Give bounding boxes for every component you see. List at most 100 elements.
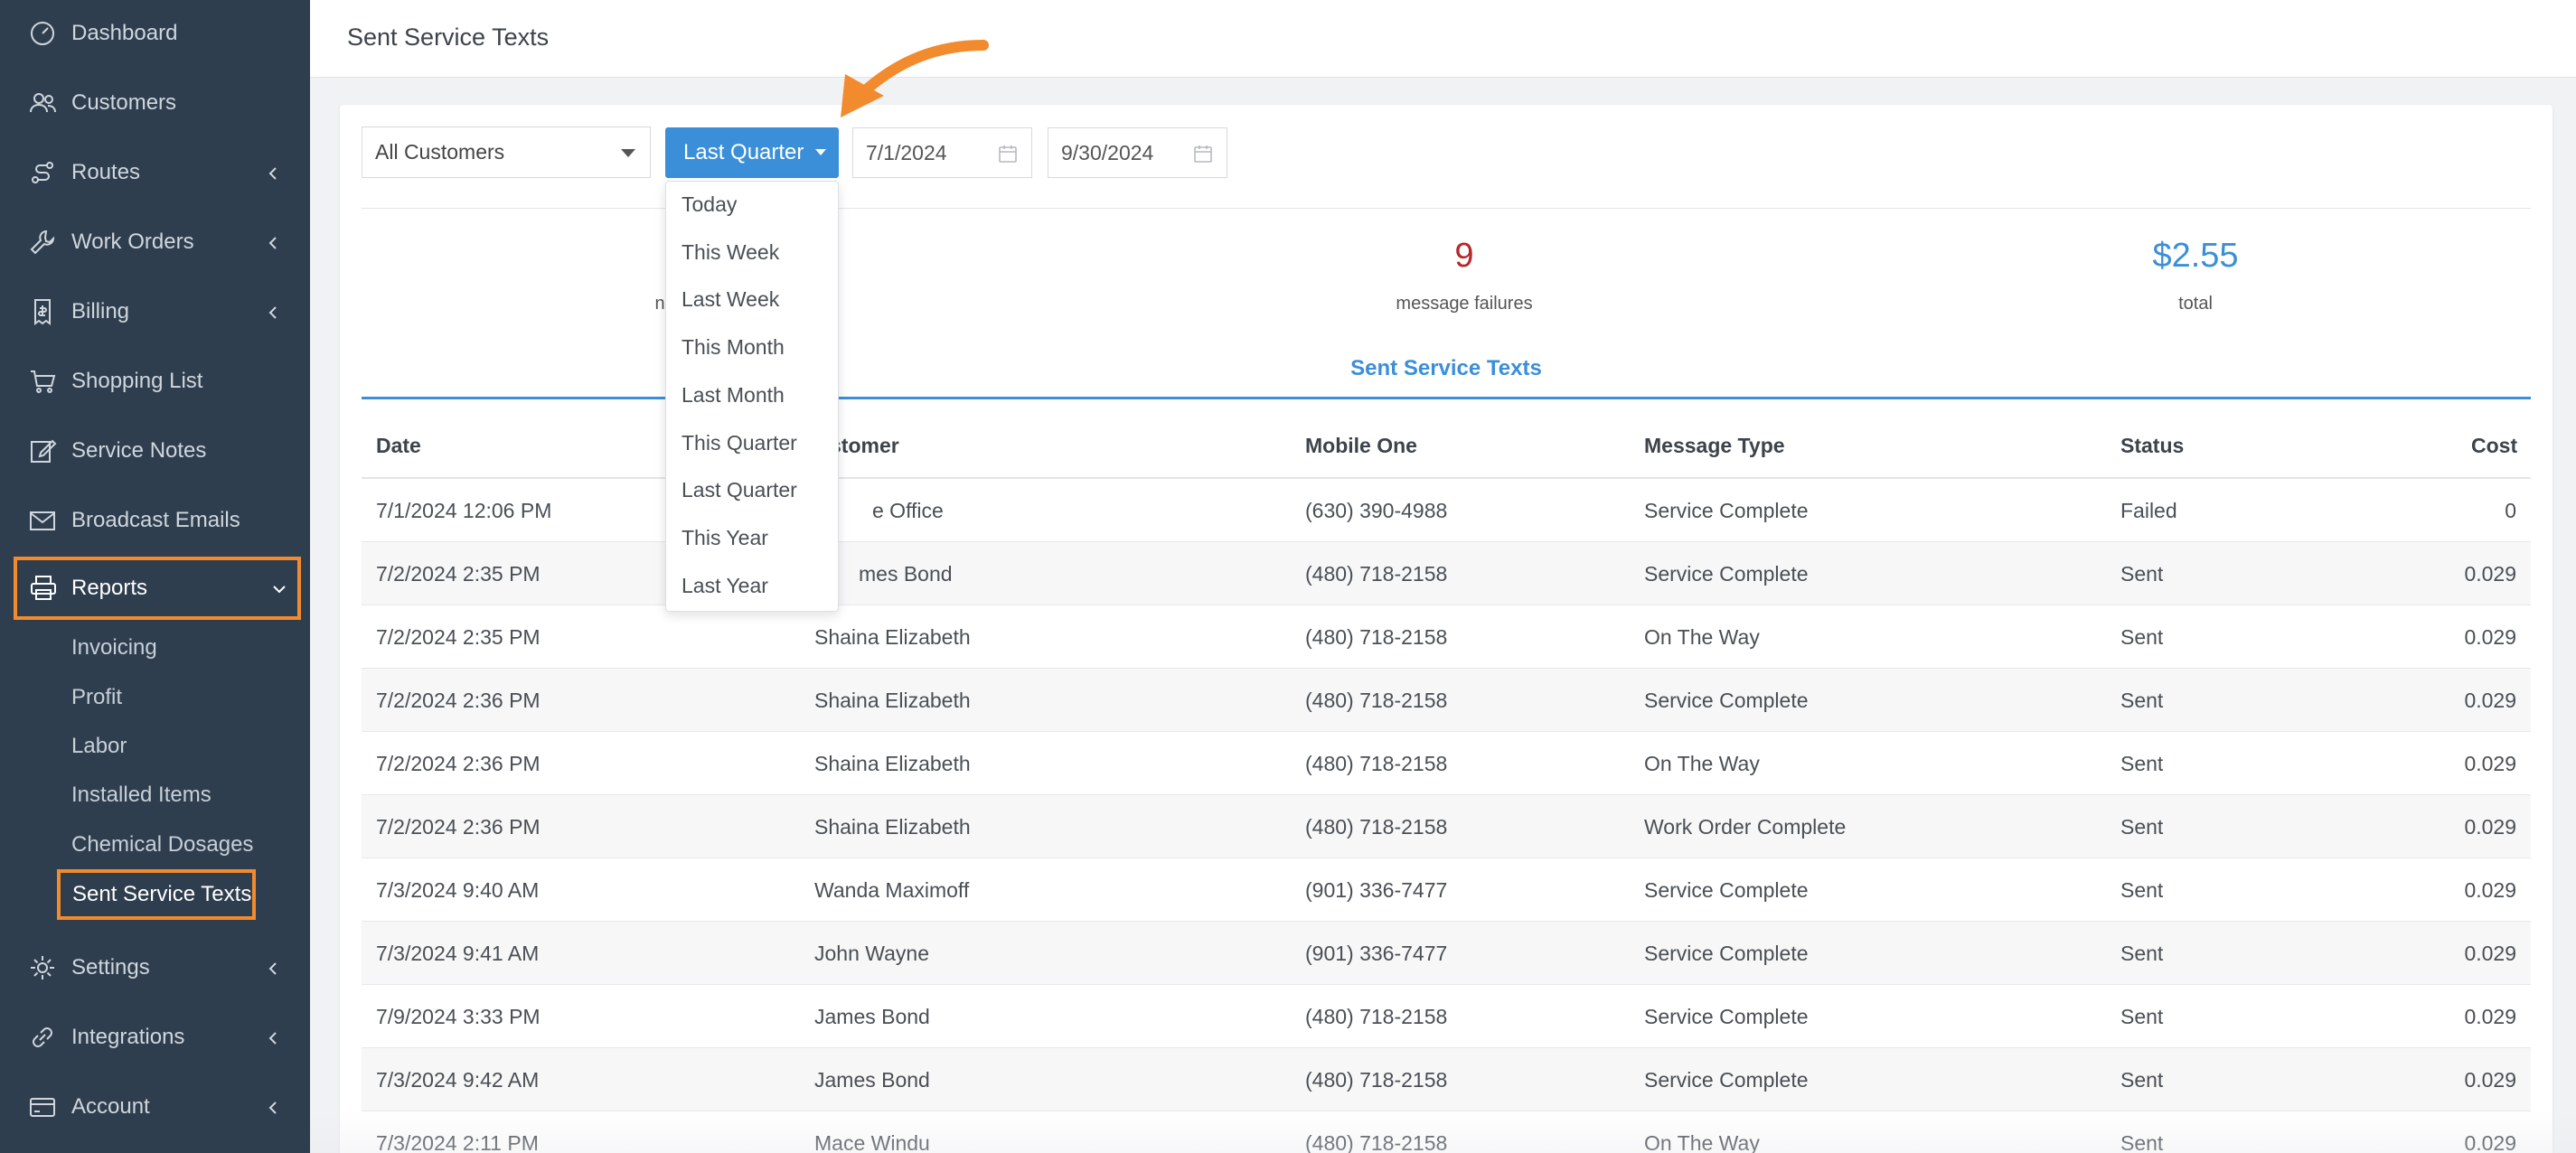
sidebar-item-routes[interactable]: Routes bbox=[0, 141, 310, 204]
sidebar-subitem-profit[interactable]: Profit bbox=[71, 685, 122, 710]
card-icon bbox=[27, 1092, 58, 1122]
dropdown-option-this-quarter[interactable]: This Quarter bbox=[682, 431, 797, 455]
customer-select[interactable]: All Customers bbox=[362, 127, 651, 178]
table-row: 7/3/2024 9:41 AM John Wayne (901) 336-74… bbox=[362, 922, 2531, 985]
cell-cost: 0 bbox=[2505, 499, 2516, 522]
cell-cost: 0.029 bbox=[2464, 562, 2516, 586]
route-icon bbox=[27, 157, 58, 188]
sidebar-item-label: Service Notes bbox=[71, 438, 207, 463]
column-header-date[interactable]: Date bbox=[376, 434, 421, 458]
cell-cost: 0.029 bbox=[2464, 878, 2516, 902]
dropdown-option-last-week[interactable]: Last Week bbox=[682, 287, 779, 312]
cell-cost: 0.029 bbox=[2464, 942, 2516, 965]
sidebar-item-label: Broadcast Emails bbox=[71, 508, 240, 532]
gear-icon bbox=[27, 952, 58, 983]
cell-date: 7/1/2024 12:06 PM bbox=[376, 499, 552, 522]
chevron-left-icon bbox=[264, 303, 282, 321]
cell-type: Work Order Complete bbox=[1644, 815, 1847, 839]
envelope-icon bbox=[27, 505, 58, 536]
failures-count: 9 bbox=[1454, 237, 1474, 275]
cell-cost: 0.029 bbox=[2464, 752, 2516, 775]
end-date-value: 9/30/2024 bbox=[1061, 140, 1154, 164]
cell-date: 7/2/2024 2:36 PM bbox=[376, 689, 541, 712]
cell-customer: e Office bbox=[872, 499, 944, 522]
sidebar: Dashboard Customers Routes Work Orders B… bbox=[0, 0, 310, 1153]
cell-date: 7/3/2024 9:42 AM bbox=[376, 1068, 540, 1092]
cell-status: Sent bbox=[2120, 878, 2164, 902]
table-row: 7/2/2024 2:35 PM Shaina Elizabeth (480) … bbox=[362, 605, 2531, 669]
sidebar-subitem-invoicing[interactable]: Invoicing bbox=[71, 635, 157, 661]
cell-mobile: (480) 718-2158 bbox=[1305, 1005, 1448, 1028]
cell-status: Sent bbox=[2120, 625, 2164, 649]
calendar-icon bbox=[1194, 145, 1212, 163]
cell-date: 7/2/2024 2:36 PM bbox=[376, 752, 541, 775]
caret-down-icon bbox=[815, 149, 826, 155]
column-header-status[interactable]: Status bbox=[2120, 434, 2184, 458]
sidebar-subitem-labor[interactable]: Labor bbox=[71, 734, 127, 759]
dropdown-option-last-quarter[interactable]: Last Quarter bbox=[682, 478, 797, 502]
sidebar-item-service-notes[interactable]: Service Notes bbox=[0, 419, 310, 483]
cell-status: Failed bbox=[2120, 499, 2177, 522]
dropdown-option-this-year[interactable]: This Year bbox=[682, 526, 768, 550]
dropdown-option-last-year[interactable]: Last Year bbox=[682, 574, 768, 598]
sidebar-item-settings[interactable]: Settings bbox=[0, 936, 310, 999]
cell-type: On The Way bbox=[1644, 1131, 1760, 1153]
chevron-left-icon bbox=[264, 959, 282, 977]
sidebar-item-shopping-list[interactable]: Shopping List bbox=[0, 350, 310, 413]
end-date-input[interactable]: 9/30/2024 bbox=[1048, 127, 1227, 178]
column-header-message-type[interactable]: Message Type bbox=[1644, 434, 1785, 458]
sidebar-item-broadcast-emails[interactable]: Broadcast Emails bbox=[0, 489, 310, 552]
sidebar-item-label: Reports bbox=[71, 576, 148, 600]
cell-mobile: (480) 718-2158 bbox=[1305, 689, 1448, 712]
cell-mobile: (901) 336-7477 bbox=[1305, 878, 1448, 902]
column-header-mobile[interactable]: Mobile One bbox=[1305, 434, 1417, 458]
cell-mobile: (901) 336-7477 bbox=[1305, 942, 1448, 965]
cell-customer: Shaina Elizabeth bbox=[814, 625, 971, 649]
pencil-icon bbox=[27, 436, 58, 466]
dropdown-option-last-month[interactable]: Last Month bbox=[682, 383, 785, 408]
sidebar-item-account[interactable]: Account bbox=[0, 1075, 310, 1139]
dropdown-option-this-month[interactable]: This Month bbox=[682, 335, 785, 360]
sidebar-item-label: Shopping List bbox=[71, 369, 203, 393]
cell-type: Service Complete bbox=[1644, 499, 1809, 522]
sidebar-subitem-chemical-dosages[interactable]: Chemical Dosages bbox=[71, 832, 253, 858]
section-title[interactable]: Sent Service Texts bbox=[1265, 356, 1627, 381]
cell-customer: Wanda Maximoff bbox=[814, 878, 970, 902]
cell-mobile: (480) 718-2158 bbox=[1305, 562, 1448, 586]
cell-status: Sent bbox=[2120, 1005, 2164, 1028]
sidebar-item-dashboard[interactable]: Dashboard bbox=[0, 2, 310, 65]
sidebar-item-billing[interactable]: Billing bbox=[0, 280, 310, 343]
annotation-arrow-icon bbox=[841, 40, 989, 117]
cell-date: 7/2/2024 2:35 PM bbox=[376, 625, 541, 649]
cell-date: 7/3/2024 2:11 PM bbox=[376, 1131, 539, 1153]
column-header-cost[interactable]: Cost bbox=[2471, 434, 2517, 458]
column-header-customer[interactable]: stomer bbox=[830, 434, 899, 458]
sidebar-subitem-installed-items[interactable]: Installed Items bbox=[71, 783, 212, 808]
table-row: 7/2/2024 2:36 PM Shaina Elizabeth (480) … bbox=[362, 669, 2531, 732]
sidebar-item-work-orders[interactable]: Work Orders bbox=[0, 211, 310, 274]
dropdown-option-this-week[interactable]: This Week bbox=[682, 240, 779, 265]
sidebar-item-reports[interactable]: Reports bbox=[14, 557, 301, 620]
cell-status: Sent bbox=[2120, 752, 2164, 775]
cell-cost: 0.029 bbox=[2464, 1005, 2516, 1028]
cell-cost: 0.029 bbox=[2464, 625, 2516, 649]
wrench-icon bbox=[27, 227, 58, 258]
table-row: 7/3/2024 9:42 AM James Bond (480) 718-21… bbox=[362, 1048, 2531, 1111]
cell-type: Service Complete bbox=[1644, 689, 1809, 712]
invoice-icon bbox=[27, 296, 58, 327]
sidebar-item-customers[interactable]: Customers bbox=[0, 71, 310, 135]
dropdown-option-today[interactable]: Today bbox=[682, 192, 737, 217]
sidebar-subitem-sent-service-texts[interactable]: Sent Service Texts bbox=[57, 869, 256, 920]
cell-date: 7/3/2024 9:40 AM bbox=[376, 878, 540, 902]
cell-status: Sent bbox=[2120, 562, 2164, 586]
cell-date: 7/2/2024 2:35 PM bbox=[376, 562, 541, 586]
sidebar-item-integrations[interactable]: Integrations bbox=[0, 1006, 310, 1069]
cell-status: Sent bbox=[2120, 942, 2164, 965]
page-title: Sent Service Texts bbox=[347, 23, 550, 51]
date-range-dropdown: Today This Week Last Week This Month Las… bbox=[665, 181, 839, 612]
cell-cost: 0.029 bbox=[2464, 689, 2516, 712]
cell-customer: mes Bond bbox=[859, 562, 953, 586]
total-cost: $2.55 bbox=[2152, 237, 2239, 275]
date-range-label: Last Quarter bbox=[683, 140, 804, 164]
users-icon bbox=[27, 88, 58, 118]
